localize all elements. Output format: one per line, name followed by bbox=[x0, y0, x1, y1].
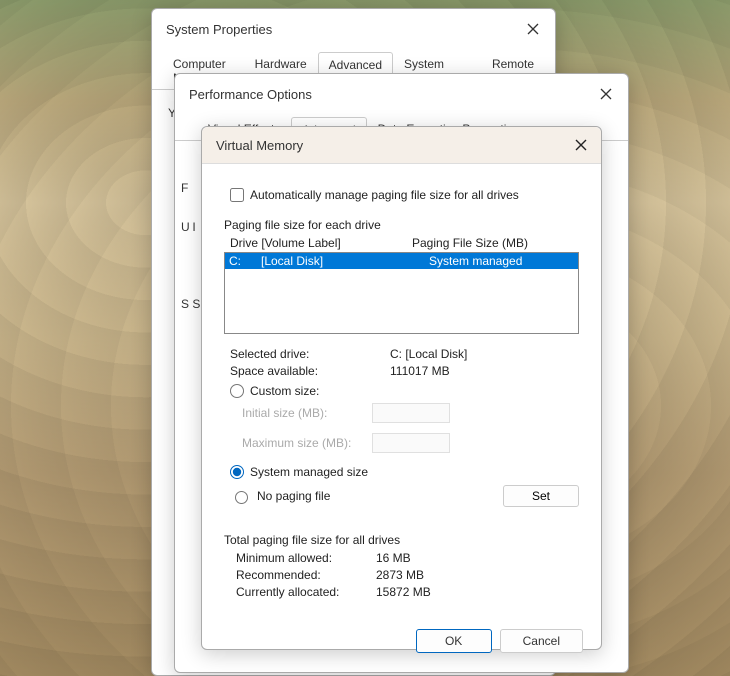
virtual-memory-body: Automatically manage paging file size fo… bbox=[202, 164, 601, 663]
drive-header-col2: Paging File Size (MB) bbox=[412, 236, 528, 250]
group-legend-each-drive: Paging file size for each drive bbox=[224, 218, 579, 232]
selected-drive-row: Selected drive: C: [Local Disk] bbox=[230, 347, 579, 361]
allocated-row: Currently allocated: 15872 MB bbox=[236, 585, 579, 599]
initial-size-input bbox=[372, 403, 450, 423]
no-paging-label[interactable]: No paging file bbox=[257, 489, 330, 503]
selected-drive-label: Selected drive: bbox=[230, 347, 390, 361]
performance-options-title: Performance Options bbox=[189, 87, 312, 102]
recommended-row: Recommended: 2873 MB bbox=[236, 568, 579, 582]
paging-per-drive-group: Paging file size for each drive Drive [V… bbox=[220, 210, 583, 507]
custom-size-row: Custom size: bbox=[230, 384, 579, 398]
totals-legend: Total paging file size for all drives bbox=[224, 533, 579, 547]
system-properties-title: System Properties bbox=[166, 22, 272, 37]
custom-size-label[interactable]: Custom size: bbox=[250, 384, 319, 398]
custom-size-radio[interactable] bbox=[230, 384, 244, 398]
recommended-value: 2873 MB bbox=[376, 568, 424, 582]
close-icon[interactable] bbox=[569, 133, 593, 157]
performance-options-titlebar: Performance Options bbox=[175, 74, 628, 110]
set-button[interactable]: Set bbox=[503, 485, 579, 507]
drive-row[interactable]: C: [Local Disk] System managed bbox=[225, 253, 578, 269]
maximum-size-input bbox=[372, 433, 450, 453]
allocated-label: Currently allocated: bbox=[236, 585, 376, 599]
maximum-size-label: Maximum size (MB): bbox=[242, 436, 372, 450]
auto-manage-label[interactable]: Automatically manage paging file size fo… bbox=[250, 188, 519, 202]
recommended-label: Recommended: bbox=[236, 568, 376, 582]
drive-volume-label: [Local Disk] bbox=[261, 254, 415, 268]
totals-group: Total paging file size for all drives Mi… bbox=[220, 525, 583, 599]
drive-header-col1: Drive [Volume Label] bbox=[230, 236, 412, 250]
obscured-label: S bbox=[192, 297, 200, 311]
space-available-label: Space available: bbox=[230, 364, 390, 378]
obscured-label: F bbox=[181, 181, 189, 195]
system-properties-titlebar: System Properties bbox=[152, 9, 555, 45]
virtual-memory-dialog: Virtual Memory Automatically manage pagi… bbox=[201, 126, 602, 650]
minimum-label: Minimum allowed: bbox=[236, 551, 376, 565]
ok-button[interactable]: OK bbox=[416, 629, 492, 653]
drive-letter: C: bbox=[229, 254, 261, 268]
close-icon[interactable] bbox=[594, 82, 618, 106]
system-managed-label[interactable]: System managed size bbox=[250, 465, 368, 479]
close-icon[interactable] bbox=[521, 17, 545, 41]
drive-list-header: Drive [Volume Label] Paging File Size (M… bbox=[224, 234, 579, 252]
obscured-label: U bbox=[181, 220, 189, 234]
system-managed-row: System managed size bbox=[230, 465, 579, 479]
auto-manage-row: Automatically manage paging file size fo… bbox=[230, 188, 583, 202]
selected-drive-value: C: [Local Disk] bbox=[390, 347, 467, 361]
vmem-button-row: OK Cancel bbox=[220, 629, 583, 653]
virtual-memory-titlebar: Virtual Memory bbox=[202, 127, 601, 164]
no-paging-radio[interactable] bbox=[235, 491, 248, 504]
maximum-size-row: Maximum size (MB): bbox=[242, 433, 579, 453]
system-managed-radio[interactable] bbox=[230, 465, 244, 479]
initial-size-row: Initial size (MB): bbox=[242, 403, 579, 423]
initial-size-label: Initial size (MB): bbox=[242, 406, 372, 420]
no-paging-row: No paging file Set bbox=[230, 485, 579, 507]
obscured-label: S bbox=[181, 297, 189, 311]
minimum-value: 16 MB bbox=[376, 551, 411, 565]
auto-manage-checkbox[interactable] bbox=[230, 188, 244, 202]
space-available-row: Space available: 111017 MB bbox=[230, 364, 579, 378]
allocated-value: 15872 MB bbox=[376, 585, 431, 599]
virtual-memory-title: Virtual Memory bbox=[216, 138, 303, 153]
space-available-value: 111017 MB bbox=[390, 364, 450, 378]
minimum-row: Minimum allowed: 16 MB bbox=[236, 551, 579, 565]
obscured-label: I bbox=[192, 220, 200, 234]
cancel-button[interactable]: Cancel bbox=[500, 629, 583, 653]
drive-paging-size: System managed bbox=[415, 254, 574, 268]
drive-list[interactable]: C: [Local Disk] System managed bbox=[224, 252, 579, 334]
